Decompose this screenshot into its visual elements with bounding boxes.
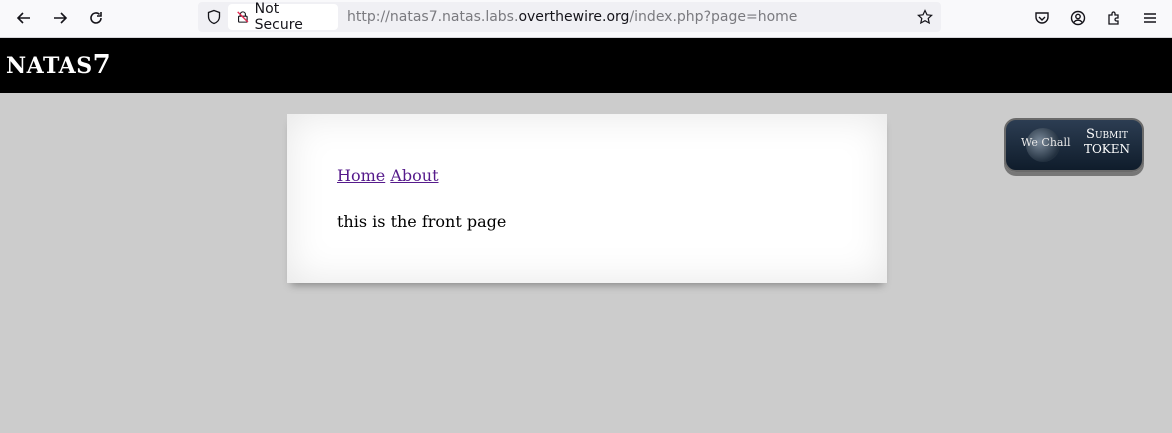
hamburger-menu-icon — [1144, 13, 1156, 23]
url-bar[interactable]: Not Secure http://natas7.natas.labs.over… — [198, 1, 941, 33]
wechall-logo: We Chall — [1021, 136, 1071, 149]
back-button[interactable] — [10, 4, 38, 32]
reload-button[interactable] — [82, 4, 110, 32]
pocket-icon — [1035, 12, 1049, 24]
reload-icon — [90, 12, 102, 24]
submit-token-label: Submit Token — [1078, 127, 1136, 157]
content-box: Home About this is the front page — [287, 114, 887, 283]
forward-button[interactable] — [46, 4, 74, 32]
url-suffix: /index.php?page=home — [629, 9, 798, 25]
site-title: NATAS7 — [6, 50, 111, 80]
shield-icon[interactable] — [206, 9, 222, 25]
page-nav: Home About — [337, 166, 439, 185]
url-text[interactable]: http://natas7.natas.labs.overthewire.org… — [347, 9, 797, 25]
puzzle-icon — [1108, 11, 1119, 25]
account-icon — [1070, 10, 1086, 26]
pocket-button[interactable] — [1028, 4, 1056, 32]
submit-label-line2: Token — [1083, 142, 1131, 156]
security-indicator[interactable]: Not Secure — [228, 1, 338, 33]
submit-label-line1: Submit — [1086, 127, 1128, 142]
account-button[interactable] — [1064, 4, 1092, 32]
browser-toolbar: Not Secure http://natas7.natas.labs.over… — [0, 0, 1172, 38]
extensions-button[interactable] — [1100, 4, 1128, 32]
insecure-lock-icon — [237, 11, 249, 23]
about-link[interactable]: About — [390, 166, 438, 185]
menu-button[interactable] — [1136, 4, 1164, 32]
url-domain: overthewire.org — [518, 9, 630, 25]
url-prefix: http://natas7.natas.labs. — [347, 9, 519, 25]
page-body-text: this is the front page — [337, 212, 507, 231]
site-title-level: 7 — [92, 50, 112, 80]
arrow-right-icon — [54, 12, 68, 24]
security-label: Not Secure — [254, 1, 303, 33]
arrow-left-icon — [16, 12, 30, 24]
site-header: NATAS7 — [0, 38, 1172, 93]
bookmark-star-icon[interactable] — [917, 9, 933, 25]
home-link[interactable]: Home — [337, 166, 385, 185]
wechall-submit-token-button[interactable]: We Chall Submit Token — [1004, 118, 1144, 172]
site-title-text: NATAS — [6, 53, 93, 79]
